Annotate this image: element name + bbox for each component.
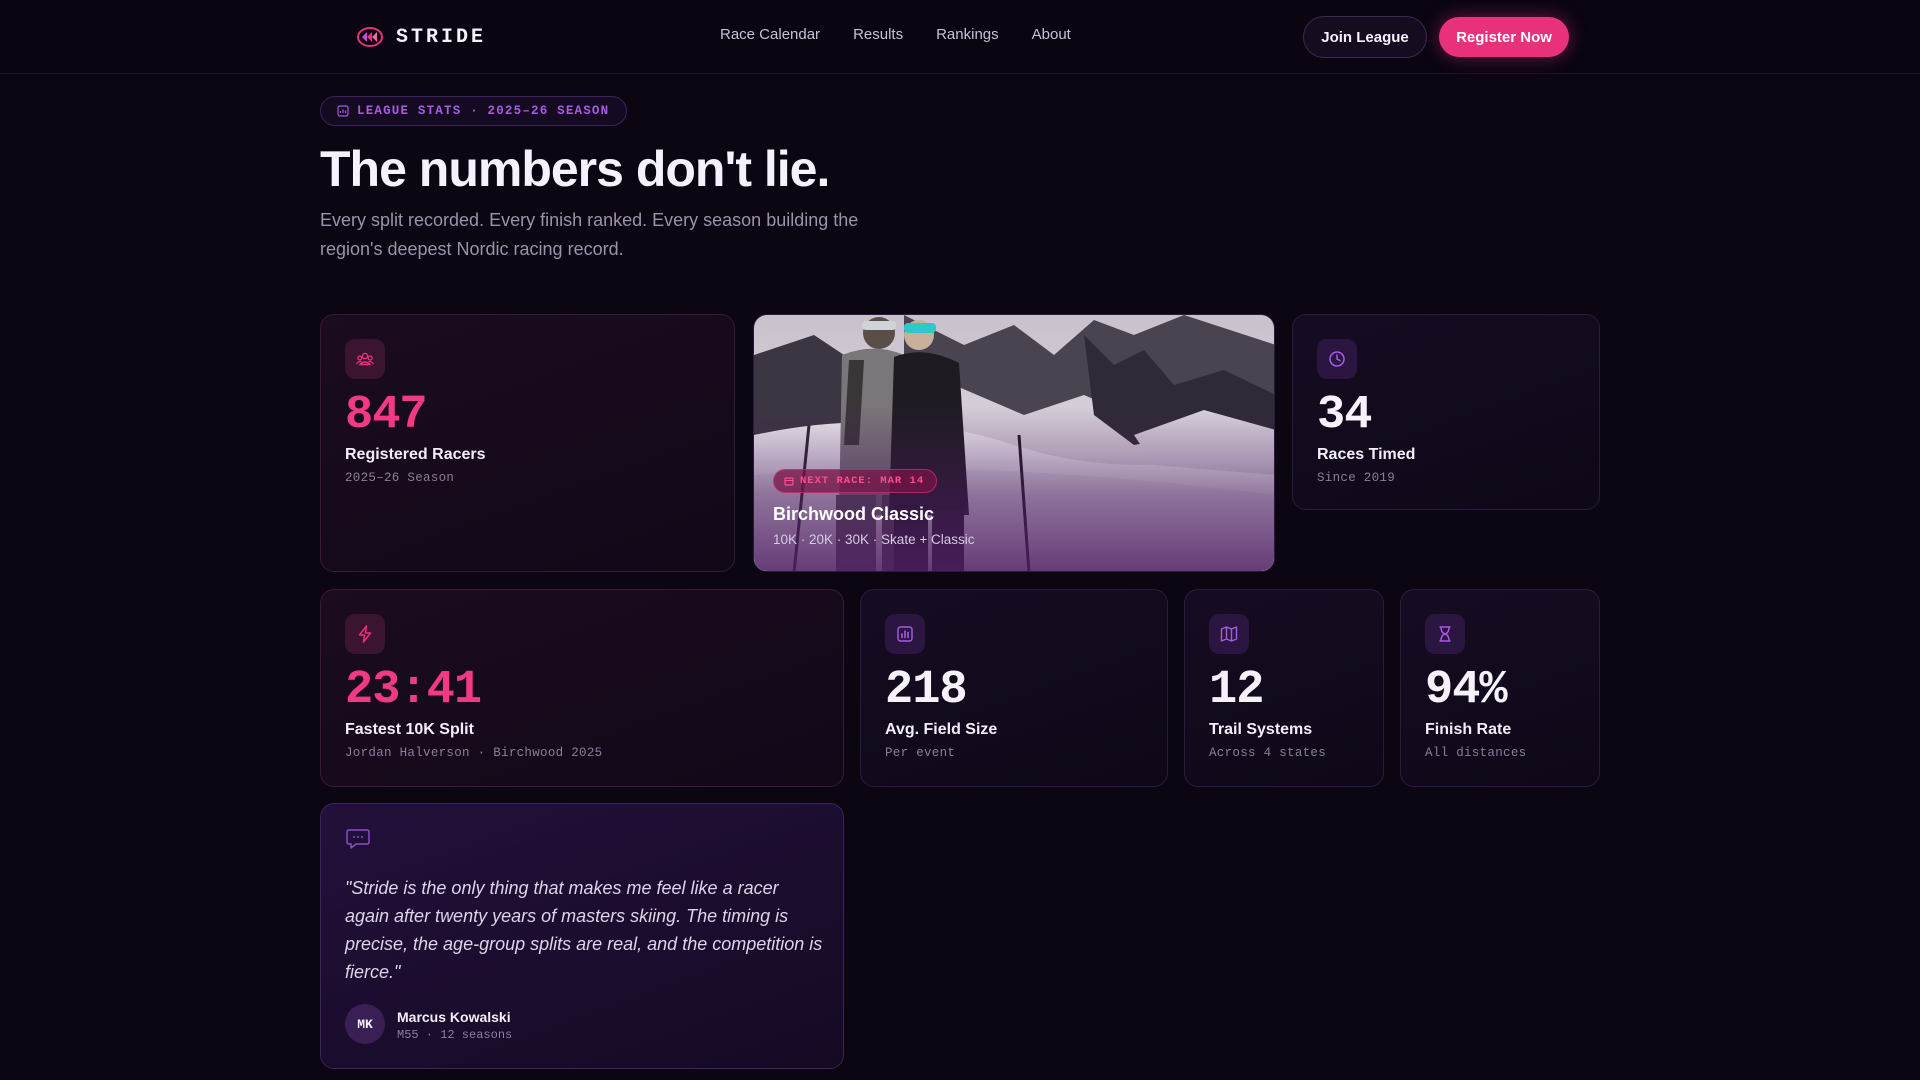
stride-logo-icon <box>357 27 383 47</box>
testimonial-author-name: Marcus Kowalski <box>397 1009 511 1025</box>
nav-link-race-calendar[interactable]: Race Calendar <box>720 26 820 43</box>
join-league-button[interactable]: Join League <box>1303 16 1427 58</box>
brand-name: STRIDE <box>396 25 487 49</box>
register-now-button[interactable]: Register Now <box>1439 17 1569 57</box>
nav-link-results[interactable]: Results <box>853 26 903 43</box>
stat-card-races-timed: 34 Races Timed Since 2019 <box>1292 314 1600 510</box>
league-stats-badge: LEAGUE STATS · 2025–26 SEASON <box>320 96 628 126</box>
races-timed-value: 34 <box>1317 389 1372 442</box>
map-icon <box>1209 614 1249 654</box>
trail-systems-label: Trail Systems <box>1209 721 1313 738</box>
stat-card-finish-rate: 94% Finish Rate All distances <box>1400 589 1600 787</box>
bar-chart-icon <box>885 614 925 654</box>
next-race-feature-card[interactable]: NEXT RACE: MAR 14 Birchwood Classic 10K … <box>753 314 1275 572</box>
avg-field-size-value: 218 <box>885 664 968 717</box>
users-icon <box>345 339 385 379</box>
stat-card-avg-field-size: 218 Avg. Field Size Per event <box>860 589 1168 787</box>
trail-systems-value: 12 <box>1209 664 1264 717</box>
top-nav: STRIDE Race Calendar Results Rankings Ab… <box>0 0 1920 74</box>
fastest-split-sub: Jordan Halverson · Birchwood 2025 <box>345 746 603 760</box>
races-timed-label: Races Timed <box>1317 446 1416 463</box>
next-race-badge-text: NEXT RACE: MAR 14 <box>800 475 925 487</box>
next-race-badge: NEXT RACE: MAR 14 <box>773 469 938 493</box>
nav-link-about[interactable]: About <box>1032 26 1071 43</box>
lightning-icon <box>345 614 385 654</box>
registered-racers-value: 847 <box>345 389 428 442</box>
stat-card-trail-systems: 12 Trail Systems Across 4 states <box>1184 589 1384 787</box>
stat-card-fastest-split: 23:41 Fastest 10K Split Jordan Halverson… <box>320 589 844 787</box>
testimonial-text: "Stride is the only thing that makes me … <box>345 878 823 982</box>
finish-rate-sub: All distances <box>1425 746 1527 760</box>
feature-race-title: Birchwood Classic <box>773 504 935 524</box>
page-title: The numbers don't lie. <box>320 141 830 197</box>
chat-bubble-icon <box>346 829 370 849</box>
races-timed-sub: Since 2019 <box>1317 471 1396 485</box>
page-subtitle: Every split recorded. Every finish ranke… <box>320 210 859 259</box>
registered-racers-sub: 2025–26 Season <box>345 471 455 485</box>
league-stats-badge-text: LEAGUE STATS · 2025–26 SEASON <box>357 104 610 118</box>
stat-card-registered-racers: 847 Registered Racers 2025–26 Season <box>320 314 735 572</box>
avatar: MK <box>345 1004 385 1044</box>
registered-racers-label: Registered Racers <box>345 446 486 463</box>
avg-field-size-sub: Per event <box>885 746 956 760</box>
avg-field-size-label: Avg. Field Size <box>885 721 998 738</box>
chart-icon <box>337 105 349 117</box>
testimonial-card: "Stride is the only thing that makes me … <box>320 803 844 1069</box>
calendar-icon <box>784 477 794 486</box>
brand[interactable]: STRIDE <box>356 24 486 50</box>
testimonial-author-meta: M55 · 12 seasons <box>397 1028 513 1042</box>
fastest-split-value: 23:41 <box>345 664 482 717</box>
finish-rate-label: Finish Rate <box>1425 721 1512 738</box>
finish-rate-value: 94% <box>1425 664 1508 717</box>
feature-race-sub: 10K · 20K · 30K · Skate + Classic <box>773 532 975 547</box>
trail-systems-sub: Across 4 states <box>1209 746 1327 760</box>
clock-icon <box>1317 339 1357 379</box>
fastest-split-label: Fastest 10K Split <box>345 721 474 738</box>
nav-link-rankings[interactable]: Rankings <box>936 26 999 43</box>
hourglass-icon <box>1425 614 1465 654</box>
nav-links: Race Calendar Results Rankings About <box>720 26 1071 43</box>
